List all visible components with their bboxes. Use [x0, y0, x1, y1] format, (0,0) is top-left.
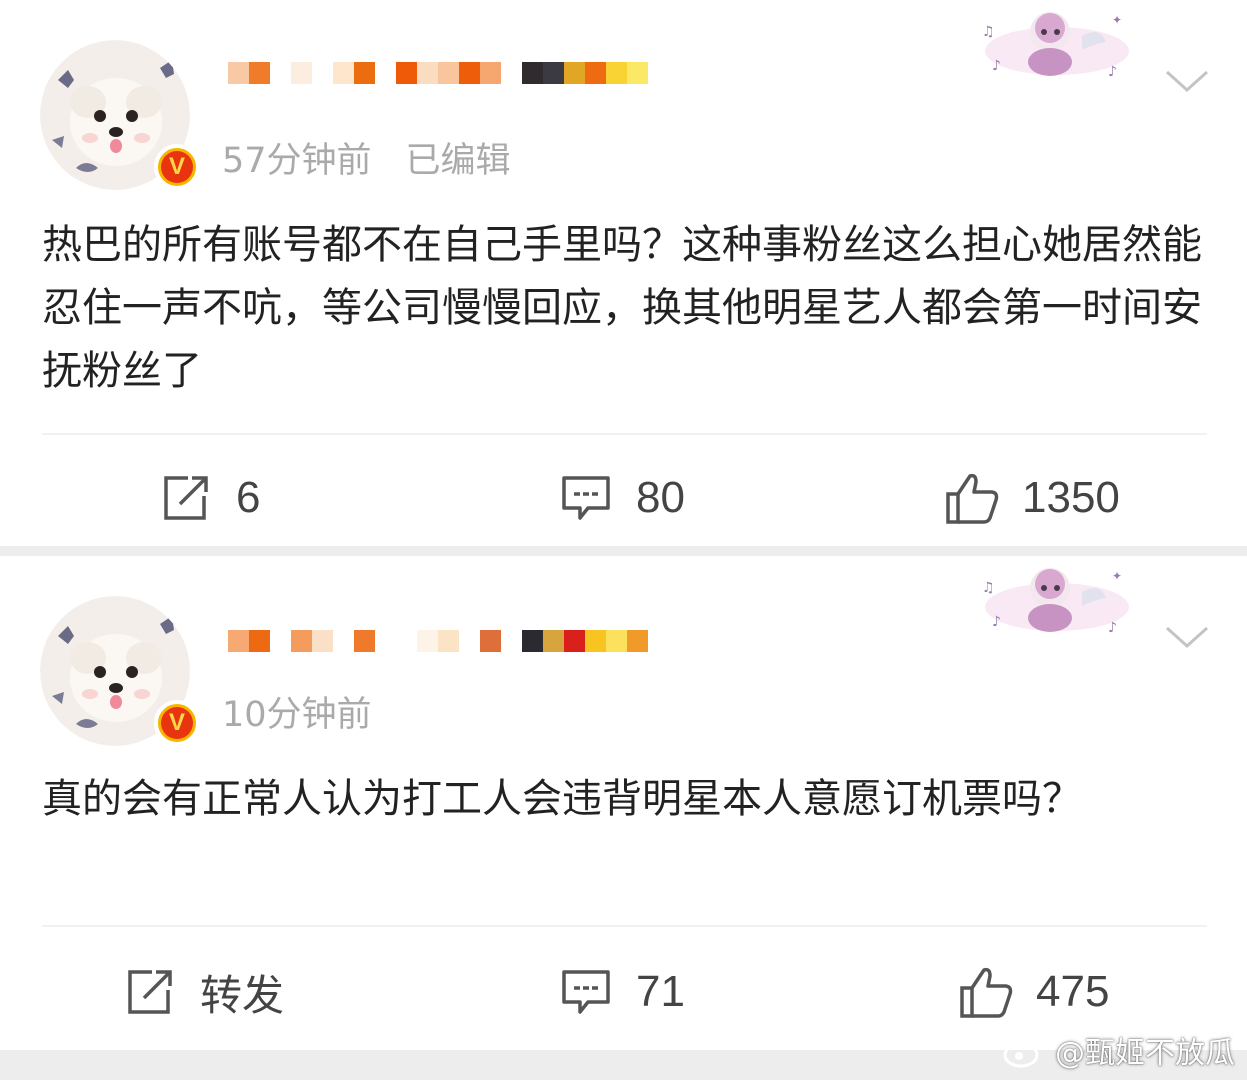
svg-text:♪: ♪: [1108, 64, 1117, 80]
svg-text:♪: ♪: [992, 58, 1001, 74]
verified-badge: V: [154, 144, 200, 190]
repost-label: 转发: [200, 970, 285, 1020]
like-icon: [946, 473, 999, 524]
svg-text:♫: ♫: [982, 24, 995, 40]
divider: [42, 925, 1207, 927]
like-button[interactable]: 475: [958, 952, 1109, 1032]
timestamp: 57分钟前: [222, 141, 372, 181]
username-mosaic[interactable]: [228, 630, 648, 674]
comment-button[interactable]: 71: [558, 952, 685, 1032]
author-avatar[interactable]: V: [40, 40, 200, 190]
repost-button[interactable]: 转发: [122, 952, 284, 1032]
like-button[interactable]: 1350: [944, 458, 1120, 538]
like-count: 1350: [1022, 473, 1120, 522]
edited-label: 已编辑: [405, 141, 511, 181]
comment-count: 80: [636, 473, 685, 522]
post-meta: 57分钟前 已编辑: [222, 132, 511, 183]
svg-text:♪: ♪: [1108, 620, 1117, 636]
svg-text:♪: ♪: [992, 614, 1001, 630]
divider: [42, 433, 1207, 435]
username-mosaic[interactable]: [228, 62, 648, 106]
watermark: @甄姬不放瓜: [1003, 1028, 1235, 1072]
timestamp: 10分钟前: [222, 695, 372, 735]
svg-text:♫: ♫: [982, 580, 995, 596]
sticker-decoration: ♫ ♪ ♪ ✦: [982, 12, 1129, 80]
chevron-down-icon[interactable]: [1163, 622, 1211, 652]
svg-text:✦: ✦: [1112, 13, 1122, 27]
watermark-text: @甄姬不放瓜: [1055, 1036, 1235, 1071]
post-content: 真的会有正常人认为打工人会违背明星本人意愿订机票吗？: [42, 776, 1082, 822]
comment-button[interactable]: 80: [558, 458, 685, 538]
verified-badge-label: V: [161, 707, 193, 739]
verified-badge: V: [154, 700, 200, 746]
comment-count: 71: [636, 967, 685, 1016]
author-avatar[interactable]: V: [40, 596, 200, 746]
verified-badge-label: V: [161, 151, 193, 183]
post-meta: 10分钟前: [222, 686, 372, 737]
like-icon: [960, 967, 1013, 1018]
action-bar: 6 80 1350: [0, 458, 1247, 538]
post-content: 热巴的所有账号都不在自己手里吗？这种事粉丝这么担心她居然能忍住一声不吭，等公司慢…: [42, 222, 1202, 394]
svg-text:✦: ✦: [1112, 569, 1122, 583]
weibo-logo-icon: [1003, 1033, 1045, 1068]
repost-icon: [128, 970, 172, 1014]
comment-icon: [562, 970, 610, 1014]
repost-count: 6: [236, 473, 261, 522]
like-count: 475: [1036, 967, 1110, 1016]
sticker-decoration: ♫ ♪ ♪ ✦: [982, 568, 1129, 636]
chevron-down-icon[interactable]: [1163, 66, 1211, 96]
feed: V 57分钟前 已编辑 ♫ ♪ ♪ ✦ 热巴的所有账号都不在自己手里吗？这种事粉…: [0, 0, 1247, 1080]
post-card: V 10分钟前 ♫ ♪ ♪ ✦ 真的会有正常人认为打工人会违背明星本人意愿订机票…: [0, 556, 1247, 1050]
repost-icon: [164, 476, 208, 520]
comment-icon: [562, 476, 610, 520]
repost-button[interactable]: 6: [158, 458, 260, 538]
post-card: V 57分钟前 已编辑 ♫ ♪ ♪ ✦ 热巴的所有账号都不在自己手里吗？这种事粉…: [0, 0, 1247, 546]
action-bar: 转发 71 475: [0, 952, 1247, 1032]
